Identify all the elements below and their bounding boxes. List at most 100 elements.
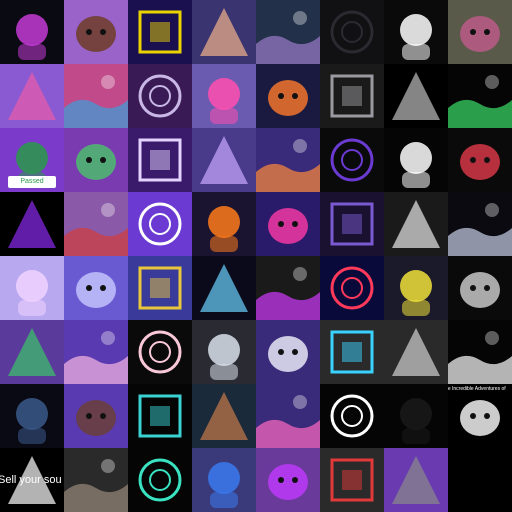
- dotted-frame-icon: [392, 72, 440, 120]
- gallery-tile[interactable]: [192, 256, 256, 320]
- menu-card-icon: [460, 144, 500, 180]
- lightning-figure-icon: [200, 264, 248, 312]
- gallery-tile[interactable]: [128, 128, 192, 192]
- gallery-tile[interactable]: [256, 384, 320, 448]
- gallery-tile[interactable]: [192, 384, 256, 448]
- egg-icon: [268, 336, 308, 372]
- gallery-tile[interactable]: [320, 384, 384, 448]
- gallery-tile[interactable]: [384, 128, 448, 192]
- gallery-tile[interactable]: [128, 448, 192, 512]
- gallery-tile[interactable]: [0, 64, 64, 128]
- gallery-tile[interactable]: [192, 64, 256, 128]
- samurai-circle-icon: [256, 267, 320, 320]
- gallery-tile[interactable]: [448, 128, 512, 192]
- sell-your-soul-text: Sell your sou: [0, 474, 62, 486]
- gallery-tile[interactable]: [448, 320, 512, 384]
- gallery-tile[interactable]: [320, 192, 384, 256]
- gallery-tile[interactable]: [448, 0, 512, 64]
- gallery-tile[interactable]: Sell your sou: [0, 448, 64, 512]
- gallery-tile[interactable]: [384, 192, 448, 256]
- gallery-tile[interactable]: [320, 448, 384, 512]
- gallery-tile[interactable]: [384, 384, 448, 448]
- gallery-tile[interactable]: [128, 384, 192, 448]
- astronaut-badge-icon: [400, 142, 432, 188]
- gallery-tile[interactable]: [128, 256, 192, 320]
- gallery-tile[interactable]: [64, 64, 128, 128]
- gallery-tile[interactable]: [0, 384, 64, 448]
- passed-badge: Passed: [8, 176, 56, 188]
- gallery-tile[interactable]: [320, 64, 384, 128]
- gallery-tile[interactable]: [128, 64, 192, 128]
- gallery-tile[interactable]: [64, 320, 128, 384]
- pixel-punk-icon: [208, 78, 240, 124]
- gallery-tile[interactable]: [320, 0, 384, 64]
- gallery-tile[interactable]: [64, 192, 128, 256]
- gallery-tile[interactable]: [256, 256, 320, 320]
- cosmic-cloud-icon: [76, 272, 116, 308]
- gallery-tile[interactable]: The Incredible Adventures of: [448, 384, 512, 448]
- gallery-tile[interactable]: [256, 448, 320, 512]
- gallery-tile[interactable]: [384, 320, 448, 384]
- gallery-tile[interactable]: [384, 64, 448, 128]
- gallery-tile[interactable]: [64, 128, 128, 192]
- incredible-title: The Incredible Adventures of: [448, 386, 506, 392]
- glitch-silhouette-icon: [448, 75, 512, 128]
- gallery-tile[interactable]: [192, 128, 256, 192]
- ink-brush-icon: [400, 398, 432, 444]
- gallery-tile[interactable]: [384, 448, 448, 512]
- unicorn-icon: [256, 395, 320, 448]
- hooded-figure-icon: [256, 11, 320, 64]
- nft-gallery-grid: Passed The Incredible Adventures of Sell y…: [0, 0, 512, 512]
- moon-pumpkin-icon: [208, 206, 240, 252]
- gallery-tile[interactable]: [320, 320, 384, 384]
- gallery-tile[interactable]: [0, 320, 64, 384]
- neon-frame-icon: [8, 200, 56, 248]
- warrior-woman-icon: [200, 392, 248, 440]
- gallery-tile[interactable]: [64, 448, 128, 512]
- neon-city-icon: [268, 208, 308, 244]
- pixel-mosaic-icon: [138, 10, 182, 54]
- gallery-tile[interactable]: [64, 256, 128, 320]
- pixel-character-icon: [200, 8, 248, 56]
- doll-face-icon: [330, 74, 374, 118]
- gallery-tile[interactable]: [448, 192, 512, 256]
- jellyfish-icon: [64, 331, 128, 384]
- open-book-icon: [138, 202, 182, 246]
- gallery-tile[interactable]: [256, 0, 320, 64]
- gallery-tile[interactable]: [64, 0, 128, 64]
- gallery-tile[interactable]: [192, 448, 256, 512]
- crystal-shard-icon: [200, 136, 248, 184]
- gallery-tile[interactable]: [128, 192, 192, 256]
- gallery-tile[interactable]: [192, 0, 256, 64]
- gallery-tile[interactable]: [0, 0, 64, 64]
- gallery-tile[interactable]: [256, 128, 320, 192]
- gallery-tile[interactable]: [0, 256, 64, 320]
- bald-avatar-icon: [76, 400, 116, 436]
- gallery-tile[interactable]: [256, 192, 320, 256]
- helmet-warrior-icon: [64, 203, 128, 256]
- gallery-tile[interactable]: [384, 256, 448, 320]
- gallery-tile[interactable]: [192, 192, 256, 256]
- gallery-tile[interactable]: [128, 320, 192, 384]
- gallery-tile[interactable]: [448, 64, 512, 128]
- gallery-tile[interactable]: [64, 384, 128, 448]
- gallery-tile[interactable]: [320, 128, 384, 192]
- gallery-tile[interactable]: [256, 320, 320, 384]
- gallery-tile[interactable]: Passed: [0, 128, 64, 192]
- hourglass-icon: [138, 138, 182, 182]
- abstract-waves-icon: [64, 75, 128, 128]
- astronaut-helmet-icon: [16, 14, 48, 60]
- gallery-tile[interactable]: [384, 0, 448, 64]
- gallery-tile[interactable]: [256, 64, 320, 128]
- eye-portal-icon: [330, 266, 374, 310]
- anime-hero-icon: [208, 462, 240, 508]
- title-card-icon: [460, 400, 500, 436]
- gallery-tile[interactable]: [0, 192, 64, 256]
- gallery-tile[interactable]: [192, 320, 256, 384]
- spiral-icon: [448, 331, 512, 384]
- gallery-tile[interactable]: [320, 256, 384, 320]
- gallery-tile[interactable]: [128, 0, 192, 64]
- cube-cluster-icon: [448, 203, 512, 256]
- dark-pattern-icon: [330, 10, 374, 54]
- gallery-tile[interactable]: [448, 256, 512, 320]
